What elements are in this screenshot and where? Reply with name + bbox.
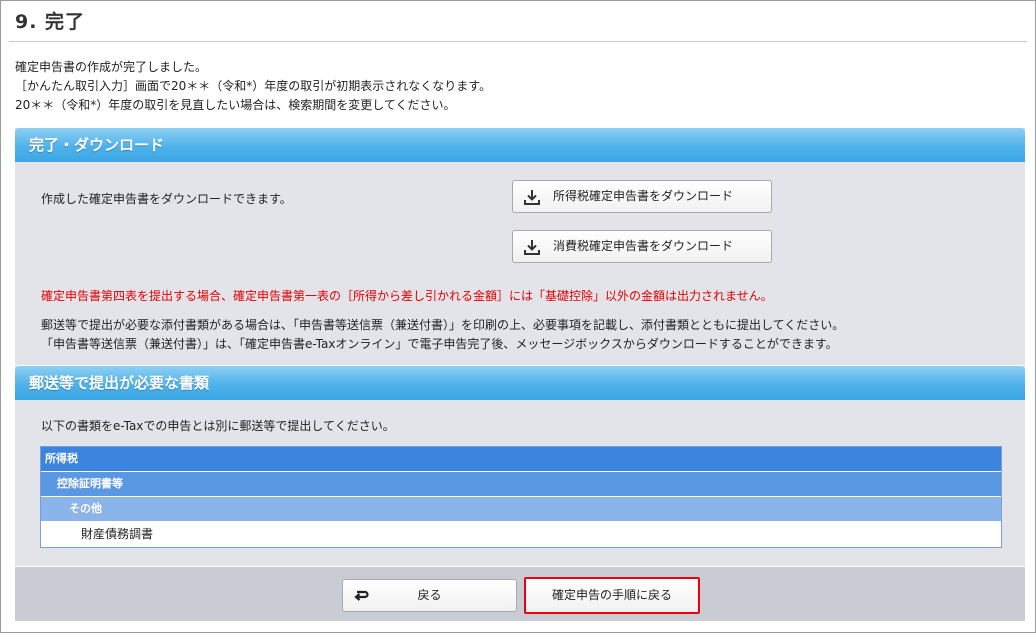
download-panel-header: 完了・ダウンロード	[15, 128, 1025, 162]
intro-line-3: 20＊＊（令和*）年度の取引を見直したい場合は、検索期間を変更してください。	[15, 98, 456, 112]
window-frame: 9. 完了 確定申告書の作成が完了しました。 ［かんたん取引入力］画面で20＊＊…	[0, 0, 1036, 633]
page-title: 9. 完了	[15, 11, 86, 33]
download-icon	[524, 190, 540, 205]
mail-documents-description: 以下の書類をe-Taxでの申告とは別に郵送等で提出してください。	[41, 419, 395, 433]
return-to-procedure-button[interactable]: 確定申告の手順に戻る	[524, 577, 700, 614]
back-button[interactable]: 戻る	[342, 579, 517, 612]
download-income-tax-button[interactable]: 所得税確定申告書をダウンロード	[512, 180, 772, 213]
mailing-note: 郵送等で提出が必要な添付書類がある場合は、「申告書等送信票（兼送付書）」を印刷の…	[41, 316, 844, 354]
title-divider	[9, 41, 1027, 42]
mail-documents-header: 郵送等で提出が必要な書類	[15, 366, 1025, 400]
mailing-note-line-1: 郵送等で提出が必要な添付書類がある場合は、「申告書等送信票（兼送付書）」を印刷の…	[41, 318, 845, 332]
footer-bar: 戻る 確定申告の手順に戻る	[15, 567, 1025, 621]
warning-message: 確定申告書第四表を提出する場合、確定申告書第一表の［所得から差し引かれる金額］に…	[41, 289, 773, 303]
back-button-label: 戻る	[417, 588, 442, 602]
download-panel: 完了・ダウンロード 作成した確定申告書をダウンロードできます。 所得税確定申告書…	[15, 128, 1025, 365]
table-row-deduction-certificates: 控除証明書等	[41, 472, 1001, 497]
return-to-procedure-label: 確定申告の手順に戻る	[551, 588, 672, 602]
intro-line-1: 確定申告書の作成が完了しました。	[15, 60, 208, 74]
table-row-other: その他	[41, 497, 1001, 522]
table-row-asset-debt-statement: 財産債務調書	[41, 522, 1001, 547]
mail-documents-panel: 郵送等で提出が必要な書類 以下の書類をe-Taxでの申告とは別に郵送等で提出して…	[15, 366, 1025, 566]
download-icon	[524, 240, 540, 255]
table-row-income-tax: 所得税	[41, 447, 1001, 472]
intro-message: 確定申告書の作成が完了しました。 ［かんたん取引入力］画面で20＊＊（令和*）年…	[15, 58, 491, 115]
intro-line-2: ［かんたん取引入力］画面で20＊＊（令和*）年度の取引が初期表示されなくなります…	[15, 79, 492, 93]
documents-table: 所得税 控除証明書等 その他 財産債務調書	[40, 446, 1002, 548]
download-description: 作成した確定申告書をダウンロードできます。	[41, 192, 292, 206]
mailing-note-line-2: 「申告書等送信票（兼送付書）」は、「確定申告書e-Taxオンライン」で電子申告完…	[41, 337, 838, 351]
download-consumption-tax-label: 消費税確定申告書をダウンロード	[553, 239, 734, 253]
download-income-tax-label: 所得税確定申告書をダウンロード	[553, 189, 734, 203]
download-consumption-tax-button[interactable]: 消費税確定申告書をダウンロード	[512, 230, 772, 263]
